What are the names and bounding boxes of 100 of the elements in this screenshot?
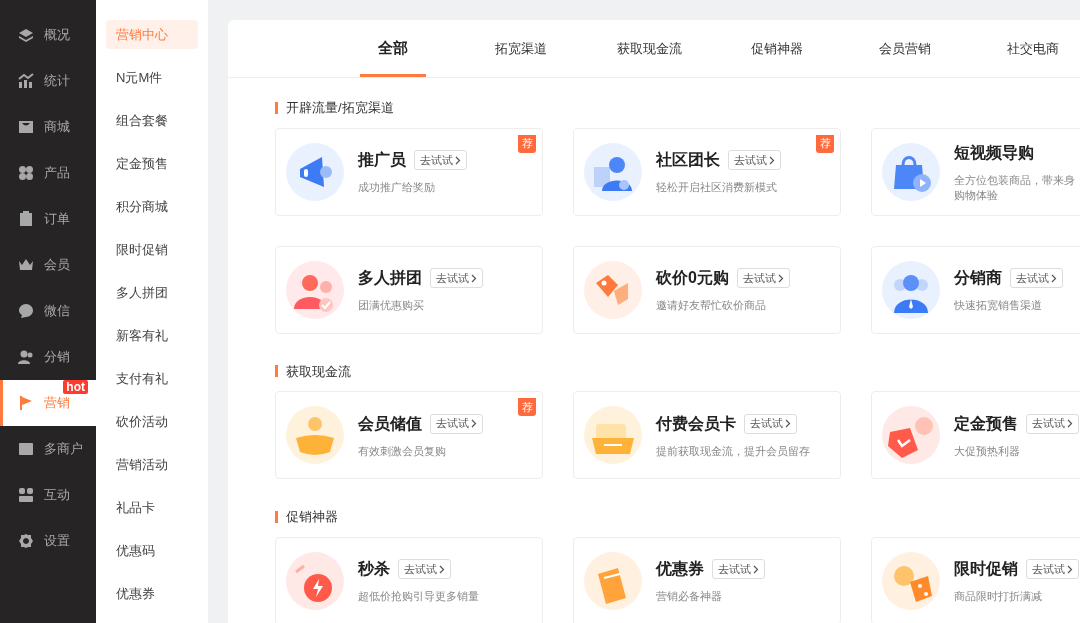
- card-description: 超低价抢购引导更多销量: [358, 589, 479, 604]
- card-title: 付费会员卡: [656, 413, 736, 434]
- try-button[interactable]: 去试试: [430, 268, 483, 288]
- card-title: 定金预售: [954, 413, 1018, 434]
- try-button[interactable]: 去试试: [1026, 559, 1079, 579]
- person-badge-icon: [584, 142, 642, 201]
- feature-card[interactable]: 会员储值 去试试 有效刺激会员复购 荐: [275, 391, 543, 479]
- card-title: 社区团长: [656, 150, 720, 170]
- try-button[interactable]: 去试试: [1026, 413, 1079, 434]
- sidebar-item[interactable]: 概况: [0, 12, 96, 58]
- chevron-right-icon: [455, 155, 461, 165]
- feature-card[interactable]: 短视频导购 全方位包装商品，带来身 购物体验: [871, 127, 1080, 216]
- people-icon: [286, 260, 344, 319]
- megaphone-icon: [286, 142, 344, 201]
- chevron-right-icon: [471, 419, 477, 428]
- try-button[interactable]: 去试试: [398, 559, 451, 579]
- try-button[interactable]: 去试试: [728, 150, 781, 170]
- recommend-badge: 荐: [816, 134, 834, 153]
- recommend-badge: 荐: [518, 398, 536, 416]
- feature-card[interactable]: 推广员 去试试 成功推广给奖励 荐: [275, 127, 543, 216]
- try-button[interactable]: 去试试: [736, 268, 790, 288]
- submenu-item[interactable]: 支付有礼: [106, 364, 198, 393]
- card-description: 快速拓宽销售渠道: [954, 298, 1043, 313]
- sidebar-item[interactable]: hot 营销: [0, 380, 96, 426]
- feature-card[interactable]: 多人拼团 去试试 团满优惠购买: [275, 245, 543, 334]
- card-title: 推广员: [358, 150, 406, 170]
- ticket-icon: [584, 551, 642, 610]
- feature-card[interactable]: 砍价0元购 去试试 邀请好友帮忙砍价商品: [573, 245, 841, 334]
- card-title: 优惠券: [656, 559, 704, 579]
- feature-card[interactable]: 付费会员卡 去试试 提前获取现金流，提升会员留存: [573, 391, 841, 479]
- card-title: 分销商: [954, 268, 1002, 288]
- try-button[interactable]: 去试试: [1010, 268, 1063, 288]
- submenu-item[interactable]: 砍价活动: [106, 407, 198, 436]
- submenu-item[interactable]: 多人拼团: [106, 278, 198, 307]
- blocks-icon: [18, 487, 34, 503]
- card-description: 营销必备神器: [656, 589, 723, 604]
- flag-icon: [18, 395, 34, 411]
- sidebar-item[interactable]: 分销: [0, 334, 96, 380]
- card-description: 邀请好友帮忙砍价商品: [656, 298, 767, 313]
- section-marker: [275, 101, 278, 114]
- settings-icon: [18, 533, 34, 549]
- feature-card[interactable]: 社区团长 去试试 轻松开启社区消费新模式 荐: [573, 127, 841, 216]
- chevron-right-icon: [1067, 564, 1073, 574]
- sidebar-item[interactable]: 统计: [0, 58, 96, 104]
- submenu-item[interactable]: 优惠券: [106, 579, 198, 608]
- submenu-item[interactable]: 积分商城: [106, 192, 198, 221]
- users-icon: [18, 349, 34, 365]
- card-title: 限时促销: [954, 559, 1018, 579]
- sidebar-item[interactable]: 产品: [0, 150, 96, 196]
- sidebar-item[interactable]: 多商户: [0, 426, 96, 472]
- chevron-right-icon: [1051, 273, 1057, 283]
- sidebar-item[interactable]: 订单: [0, 196, 96, 242]
- card-title: 短视频导购: [954, 142, 1034, 163]
- submenu-item[interactable]: 营销活动: [106, 450, 198, 479]
- card-description: 成功推广给奖励: [358, 180, 436, 195]
- card-title: 砍价0元购: [656, 268, 729, 288]
- stopwatch-icon: [286, 551, 344, 610]
- person-tie-icon: [882, 260, 940, 319]
- chevron-right-icon: [777, 273, 784, 283]
- hot-badge: hot: [63, 380, 88, 394]
- section-marker: [275, 365, 278, 378]
- grid-icon: [18, 165, 34, 181]
- sidebar-item[interactable]: 商城: [0, 104, 96, 150]
- try-button[interactable]: 去试试: [712, 559, 765, 579]
- sidebar-item[interactable]: 微信: [0, 288, 96, 334]
- try-button[interactable]: 去试试: [744, 413, 797, 434]
- tab[interactable]: 全部: [329, 20, 457, 77]
- feature-card[interactable]: 秒杀 去试试 超低价抢购引导更多销量: [275, 536, 543, 623]
- feature-card[interactable]: 分销商 去试试 快速拓宽销售渠道: [871, 245, 1080, 334]
- tab[interactable]: 获取现金流: [585, 20, 713, 77]
- tab[interactable]: 会员营销: [841, 20, 969, 77]
- submenu-item[interactable]: 限时促销: [106, 235, 198, 264]
- chevron-right-icon: [753, 564, 759, 574]
- feature-card[interactable]: 限时促销 去试试 商品限时打折满减: [871, 536, 1080, 623]
- card-description: 全方位包装商品，带来身 购物体验: [954, 172, 1075, 203]
- card-description: 有效刺激会员复购: [358, 443, 447, 459]
- try-button[interactable]: 去试试: [430, 413, 483, 434]
- tab[interactable]: 促销神器: [713, 20, 841, 77]
- submenu-item[interactable]: 礼品卡: [106, 493, 198, 522]
- submenu-item[interactable]: N元M件: [106, 63, 198, 92]
- sidebar-item[interactable]: 会员: [0, 242, 96, 288]
- sidebar-item[interactable]: 设置: [0, 518, 96, 564]
- submenu-item[interactable]: 组合套餐: [106, 106, 198, 135]
- chevron-right-icon: [439, 564, 445, 574]
- card-title: 会员储值: [358, 413, 422, 434]
- submenu-item[interactable]: 定金预售: [106, 149, 198, 178]
- feature-card[interactable]: 优惠券 去试试 营销必备神器: [573, 536, 841, 623]
- chevron-right-icon: [785, 419, 791, 428]
- chevron-right-icon: [471, 273, 477, 283]
- submenu-item[interactable]: 优惠码: [106, 536, 198, 565]
- card-title: 多人拼团: [358, 268, 422, 288]
- tab[interactable]: 拓宽渠道: [457, 20, 585, 77]
- tab[interactable]: 社交电商: [969, 20, 1080, 77]
- section-title: 促销神器: [286, 508, 338, 526]
- submenu-item[interactable]: 新客有礼: [106, 321, 198, 350]
- crown-icon: [18, 257, 34, 273]
- card-description: 提前获取现金流，提升会员留存: [656, 443, 810, 459]
- sidebar-item[interactable]: 互动: [0, 472, 96, 518]
- try-button[interactable]: 去试试: [414, 150, 467, 170]
- feature-card[interactable]: 定金预售 去试试 大促预热利器: [871, 391, 1080, 479]
